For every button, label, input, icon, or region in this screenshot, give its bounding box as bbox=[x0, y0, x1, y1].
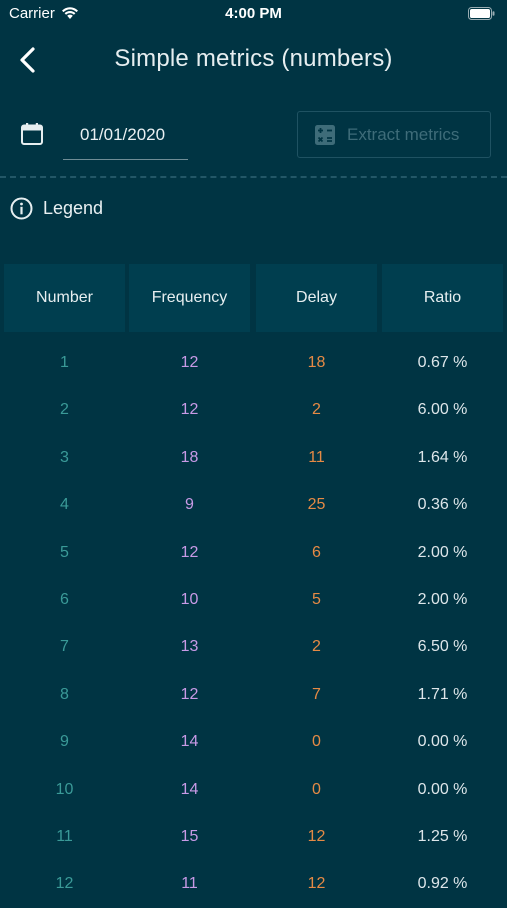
battery-icon bbox=[468, 7, 495, 25]
table-body: 1 12 18 0.67 % 2 12 2 6.00 % 3 18 11 1.6… bbox=[0, 339, 507, 900]
cell-ratio: 0.00 % bbox=[417, 733, 468, 751]
cell-ratio: 1.71 % bbox=[417, 685, 468, 703]
status-bar: Carrier 4:00 PM bbox=[0, 0, 507, 28]
cell-number: 3 bbox=[60, 448, 69, 466]
legend-label: Legend bbox=[43, 198, 104, 218]
cell-delay: 6 bbox=[312, 543, 321, 561]
cell-frequency: 18 bbox=[180, 448, 199, 466]
cell-number: 7 bbox=[60, 638, 69, 656]
table-row[interactable]: 3 18 11 1.64 % bbox=[0, 434, 507, 481]
table-row[interactable]: 6 10 5 2.00 % bbox=[0, 576, 507, 623]
cell-frequency: 13 bbox=[180, 638, 199, 656]
cell-ratio: 6.00 % bbox=[417, 401, 468, 419]
cell-ratio: 2.00 % bbox=[417, 543, 468, 561]
cell-delay: 18 bbox=[307, 354, 326, 371]
cell-number: 6 bbox=[60, 590, 69, 608]
legend-toggle[interactable]: Legend bbox=[10, 196, 120, 222]
cell-delay: 11 bbox=[308, 448, 325, 466]
cell-delay: 12 bbox=[307, 827, 326, 845]
cell-frequency: 12 bbox=[180, 354, 199, 371]
table-row[interactable]: 12 11 12 0.92 % bbox=[0, 860, 507, 907]
table-row[interactable]: 4 9 25 0.36 % bbox=[0, 481, 507, 528]
table-row[interactable]: 5 12 6 2.00 % bbox=[0, 529, 507, 576]
cell-number: 4 bbox=[60, 496, 69, 514]
cell-number: 8 bbox=[60, 685, 69, 703]
cell-delay: 25 bbox=[307, 496, 326, 514]
cell-frequency: 12 bbox=[180, 401, 199, 419]
cell-delay: 7 bbox=[312, 685, 321, 703]
cell-delay: 0 bbox=[312, 780, 321, 798]
table-row[interactable]: 9 14 0 0.00 % bbox=[0, 718, 507, 765]
table-row[interactable]: 1 12 18 0.67 % bbox=[0, 339, 507, 386]
page-title: Simple metrics (numbers) bbox=[114, 45, 393, 72]
cell-number: 11 bbox=[56, 827, 73, 845]
cell-number: 1 bbox=[60, 354, 69, 371]
table-row[interactable]: 8 12 7 1.71 % bbox=[0, 671, 507, 718]
cell-number: 9 bbox=[60, 733, 69, 751]
table-header: Number Frequency Delay Ratio bbox=[0, 264, 507, 332]
cell-number: 2 bbox=[60, 401, 69, 419]
cell-delay: 0 bbox=[312, 733, 321, 751]
column-header-frequency[interactable]: Frequency bbox=[129, 264, 250, 332]
cell-ratio: 1.64 % bbox=[417, 448, 468, 466]
column-header-delay[interactable]: Delay bbox=[256, 264, 377, 332]
back-button[interactable] bbox=[14, 44, 44, 76]
cell-frequency: 10 bbox=[180, 590, 199, 608]
date-value: 01/01/2020 bbox=[80, 125, 166, 144]
dashed-divider bbox=[0, 176, 507, 178]
cell-number: 10 bbox=[55, 780, 74, 798]
info-icon bbox=[10, 197, 33, 225]
table-row[interactable]: 7 13 2 6.50 % bbox=[0, 623, 507, 670]
cell-ratio: 0.92 % bbox=[417, 875, 468, 893]
cell-ratio: 2.00 % bbox=[417, 590, 468, 608]
calculator-icon bbox=[315, 125, 335, 150]
cell-frequency: 14 bbox=[180, 780, 199, 798]
cell-frequency: 15 bbox=[180, 827, 199, 845]
cell-ratio: 0.36 % bbox=[417, 496, 468, 514]
cell-ratio: 1.25 % bbox=[417, 827, 468, 845]
table-row[interactable]: 11 15 12 1.25 % bbox=[0, 813, 507, 860]
column-header-ratio[interactable]: Ratio bbox=[382, 264, 503, 332]
status-time: 4:00 PM bbox=[225, 5, 282, 22]
cell-delay: 12 bbox=[307, 875, 326, 893]
table-row[interactable]: 2 12 2 6.00 % bbox=[0, 386, 507, 433]
table-row[interactable]: 10 14 0 0.00 % bbox=[0, 766, 507, 813]
cell-frequency: 11 bbox=[181, 875, 198, 893]
cell-frequency: 12 bbox=[180, 685, 199, 703]
cell-ratio: 0.00 % bbox=[417, 780, 468, 798]
cell-delay: 2 bbox=[312, 401, 321, 419]
cell-frequency: 9 bbox=[185, 496, 194, 514]
extract-metrics-button[interactable]: Extract metrics bbox=[297, 111, 491, 158]
cell-ratio: 6.50 % bbox=[417, 638, 468, 656]
column-header-number[interactable]: Number bbox=[4, 264, 125, 332]
cell-frequency: 14 bbox=[180, 733, 199, 751]
cell-delay: 2 bbox=[312, 638, 321, 656]
cell-number: 12 bbox=[55, 875, 74, 893]
date-field[interactable]: 01/01/2020 bbox=[63, 112, 188, 160]
cell-number: 5 bbox=[60, 543, 69, 561]
extract-metrics-label: Extract metrics bbox=[347, 125, 460, 144]
cell-delay: 5 bbox=[312, 590, 321, 608]
cell-ratio: 0.67 % bbox=[417, 354, 468, 371]
cell-frequency: 12 bbox=[180, 543, 199, 561]
calendar-icon[interactable] bbox=[20, 122, 44, 151]
chevron-left-icon bbox=[14, 47, 44, 80]
